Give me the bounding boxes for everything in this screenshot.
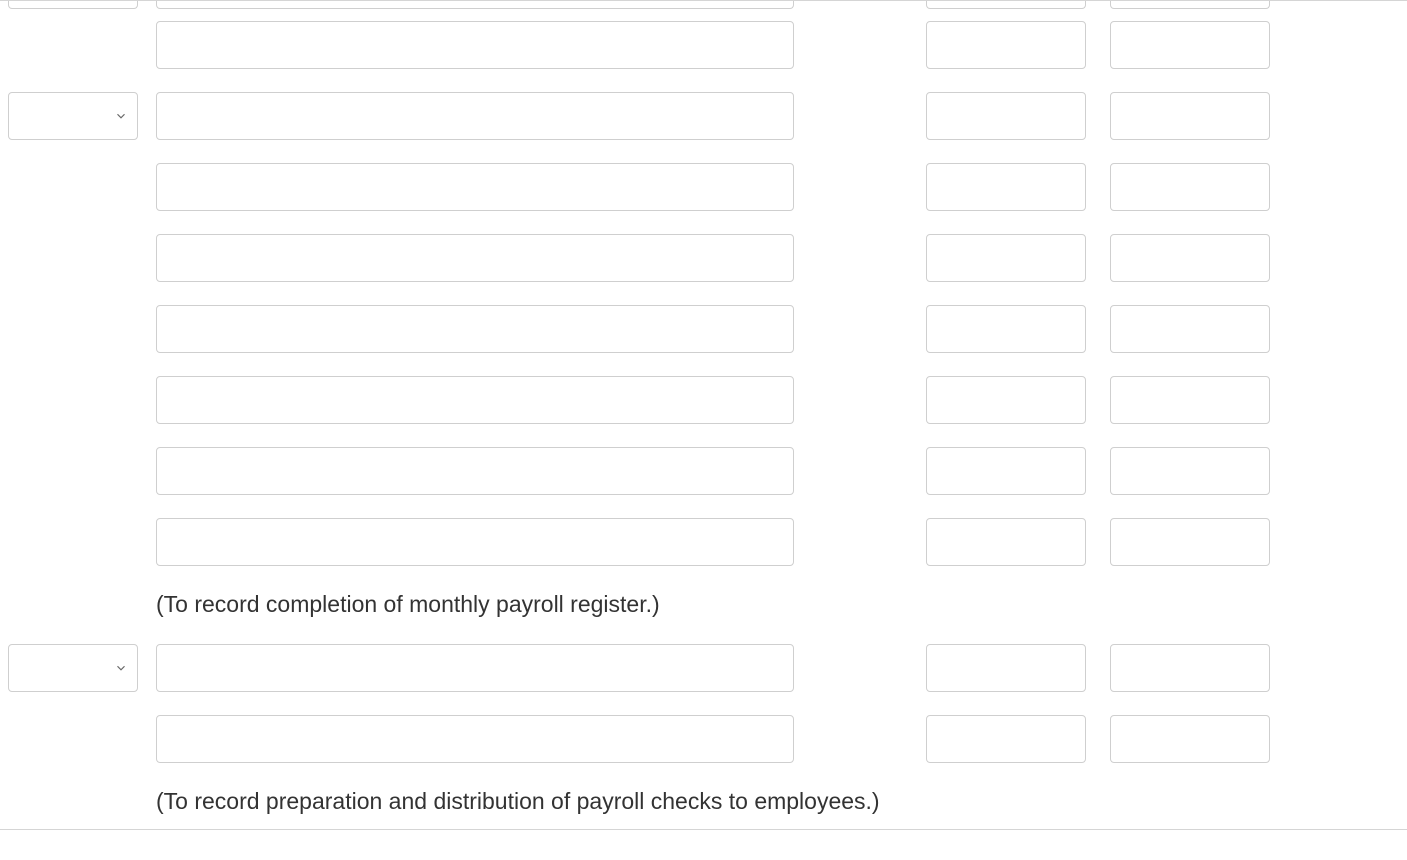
credit-input[interactable] bbox=[1110, 644, 1270, 692]
debit-input[interactable] bbox=[926, 21, 1086, 69]
debit-input[interactable] bbox=[926, 305, 1086, 353]
description-input[interactable] bbox=[156, 163, 794, 211]
debit-input[interactable] bbox=[926, 644, 1086, 692]
description-input[interactable] bbox=[156, 234, 794, 282]
debit-input[interactable] bbox=[926, 447, 1086, 495]
credit-input[interactable] bbox=[1110, 715, 1270, 763]
debit-input[interactable] bbox=[926, 163, 1086, 211]
journal-entry-form: (To record completion of monthly payroll… bbox=[0, 0, 1407, 830]
credit-input[interactable] bbox=[1110, 305, 1270, 353]
entry-row bbox=[0, 632, 1407, 703]
entry-row bbox=[0, 364, 1407, 435]
debit-input-partial bbox=[926, 1, 1086, 9]
debit-input[interactable] bbox=[926, 518, 1086, 566]
date-select[interactable] bbox=[8, 644, 138, 692]
entry-row bbox=[0, 9, 1407, 80]
entry-row bbox=[0, 151, 1407, 222]
entry-caption: (To record preparation and distribution … bbox=[148, 788, 1274, 815]
description-input[interactable] bbox=[156, 447, 794, 495]
credit-input[interactable] bbox=[1110, 518, 1270, 566]
description-input[interactable] bbox=[156, 715, 794, 763]
credit-input[interactable] bbox=[1110, 92, 1270, 140]
debit-input[interactable] bbox=[926, 92, 1086, 140]
entry-caption: (To record completion of monthly payroll… bbox=[148, 591, 1274, 618]
description-input[interactable] bbox=[156, 376, 794, 424]
entry-row bbox=[0, 222, 1407, 293]
caption-row: (To record completion of monthly payroll… bbox=[0, 577, 1407, 632]
credit-input-partial bbox=[1110, 1, 1270, 9]
description-input[interactable] bbox=[156, 305, 794, 353]
description-input[interactable] bbox=[156, 21, 794, 69]
entry-row bbox=[0, 506, 1407, 577]
credit-input[interactable] bbox=[1110, 376, 1270, 424]
debit-input[interactable] bbox=[926, 715, 1086, 763]
credit-input[interactable] bbox=[1110, 447, 1270, 495]
credit-input[interactable] bbox=[1110, 163, 1270, 211]
description-input[interactable] bbox=[156, 92, 794, 140]
debit-input[interactable] bbox=[926, 376, 1086, 424]
credit-input[interactable] bbox=[1110, 21, 1270, 69]
caption-row: (To record preparation and distribution … bbox=[0, 774, 1407, 829]
description-input-partial bbox=[156, 1, 794, 9]
credit-input[interactable] bbox=[1110, 234, 1270, 282]
partial-row-top bbox=[0, 1, 1407, 9]
date-select-partial bbox=[8, 1, 138, 9]
description-input[interactable] bbox=[156, 518, 794, 566]
description-input[interactable] bbox=[156, 644, 794, 692]
debit-input[interactable] bbox=[926, 234, 1086, 282]
entry-row bbox=[0, 703, 1407, 774]
entry-row bbox=[0, 80, 1407, 151]
date-select[interactable] bbox=[8, 92, 138, 140]
entry-row bbox=[0, 435, 1407, 506]
entry-row bbox=[0, 293, 1407, 364]
